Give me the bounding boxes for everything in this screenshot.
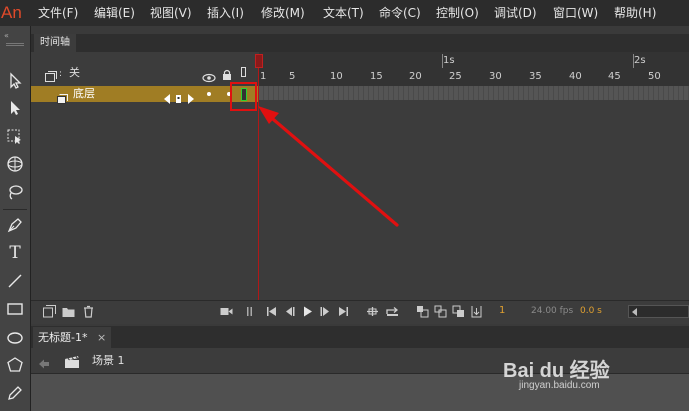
ruler-second-tick bbox=[633, 54, 634, 68]
delete-layer-icon[interactable] bbox=[81, 304, 95, 318]
oval-icon[interactable] bbox=[3, 327, 27, 349]
menu-commands[interactable]: 命令(C) bbox=[379, 0, 421, 26]
scene-clapper-icon bbox=[64, 354, 80, 368]
ruler-frame-number: 1 bbox=[260, 71, 267, 82]
elapsed-time-readout[interactable]: 0.0 s bbox=[580, 305, 602, 317]
polystar-icon[interactable] bbox=[3, 354, 27, 376]
pen-icon[interactable] bbox=[3, 214, 27, 236]
ruler-frame-number: 5 bbox=[289, 71, 296, 82]
keyframe[interactable] bbox=[241, 88, 247, 101]
frame-nav-icon[interactable] bbox=[164, 89, 196, 104]
ruler-frame-number: 15 bbox=[370, 71, 383, 82]
subselect-icon[interactable] bbox=[3, 97, 27, 119]
close-tab-icon[interactable]: × bbox=[97, 331, 106, 344]
watermark-url: jingyan.baidu.com bbox=[519, 380, 600, 391]
layer-folder-icon bbox=[45, 67, 57, 82]
timeline-ruler[interactable] bbox=[259, 52, 689, 86]
menu-view[interactable]: 视图(V) bbox=[150, 0, 192, 26]
ruler-frame-number: 25 bbox=[449, 71, 462, 82]
eye-icon[interactable] bbox=[202, 68, 216, 83]
panel-grip-icon[interactable] bbox=[6, 43, 24, 46]
menu-edit[interactable]: 编辑(E) bbox=[94, 0, 135, 26]
ruler-frame-number: 20 bbox=[409, 71, 422, 82]
timeline-tabbar bbox=[31, 34, 689, 52]
ruler-frame-number: 35 bbox=[529, 71, 542, 82]
playhead-handle[interactable] bbox=[255, 54, 263, 68]
visibility-dot-icon[interactable] bbox=[207, 92, 211, 96]
document-tab[interactable]: 无标题-1* × bbox=[33, 327, 112, 348]
modify-markers-icon[interactable] bbox=[469, 304, 483, 318]
onion-skin-icon[interactable] bbox=[415, 304, 429, 318]
timeline-scrollbar[interactable] bbox=[628, 305, 689, 318]
selection-icon[interactable] bbox=[3, 70, 27, 92]
frame-grid[interactable] bbox=[259, 86, 689, 100]
menu-debug[interactable]: 调试(D) bbox=[494, 0, 537, 26]
ruler-second-label: 2s bbox=[634, 55, 646, 66]
onion-skin-outlines-icon[interactable] bbox=[433, 304, 447, 318]
new-layer-icon[interactable] bbox=[42, 304, 56, 318]
layer-icon bbox=[57, 89, 68, 104]
camera-icon[interactable] bbox=[219, 304, 233, 318]
annotation-arrow-icon bbox=[258, 106, 399, 227]
go-to-last-frame-icon[interactable] bbox=[336, 304, 350, 318]
go-to-first-frame-icon[interactable] bbox=[264, 304, 278, 318]
current-frame-readout[interactable]: 1 bbox=[499, 305, 505, 317]
menu-control[interactable]: 控制(O) bbox=[436, 0, 479, 26]
scroll-left-icon[interactable] bbox=[632, 308, 637, 316]
step-forward-icon[interactable] bbox=[318, 304, 332, 318]
center-frame-icon[interactable] bbox=[365, 304, 379, 318]
layer-name[interactable]: 底层 bbox=[73, 86, 95, 102]
step-back-icon[interactable] bbox=[282, 304, 296, 318]
menu-window[interactable]: 窗口(W) bbox=[553, 0, 598, 26]
new-folder-icon[interactable] bbox=[61, 304, 75, 318]
pause-icon[interactable] bbox=[242, 304, 256, 318]
3d-rotate-icon[interactable] bbox=[3, 153, 27, 175]
back-arrow-icon[interactable] bbox=[38, 355, 50, 369]
ruler-frame-number: 40 bbox=[569, 71, 582, 82]
rectangle-icon[interactable] bbox=[3, 298, 27, 320]
loop-icon[interactable] bbox=[385, 304, 399, 318]
app-logo: An bbox=[1, 3, 22, 22]
document-tabbar bbox=[31, 326, 689, 348]
menu-insert[interactable]: 插入(I) bbox=[207, 0, 244, 26]
fps-readout[interactable]: 24.00 fps bbox=[531, 305, 573, 317]
menu-modify[interactable]: 修改(M) bbox=[261, 0, 305, 26]
outline-icon[interactable] bbox=[241, 67, 246, 77]
ruler-frame-number: 50 bbox=[648, 71, 661, 82]
lasso-icon[interactable] bbox=[3, 181, 27, 203]
line-icon[interactable] bbox=[3, 270, 27, 292]
watermark-logo: Bai du 经验 bbox=[503, 360, 610, 382]
text-tool-icon[interactable]: T bbox=[3, 242, 27, 264]
ruler-frame-number: 45 bbox=[608, 71, 621, 82]
menu-file[interactable]: 文件(F) bbox=[38, 0, 78, 26]
document-tab-title: 无标题-1* bbox=[38, 331, 88, 344]
pencil-icon[interactable] bbox=[3, 382, 27, 404]
ruler-second-label: 1s bbox=[443, 55, 455, 66]
lock-icon[interactable] bbox=[222, 66, 232, 80]
ruler-frame-number: 10 bbox=[330, 71, 343, 82]
ruler-second-tick bbox=[442, 54, 443, 68]
free-transform-icon[interactable] bbox=[3, 125, 27, 147]
panel-collapse-icon[interactable]: « bbox=[4, 31, 26, 41]
scene-label[interactable]: 场景 1 bbox=[92, 354, 125, 368]
ruler-frame-number: 30 bbox=[489, 71, 502, 82]
layer-header-label: 关 bbox=[69, 66, 80, 79]
dots-icon: : bbox=[59, 69, 63, 79]
tab-timeline[interactable]: 时间轴 bbox=[34, 34, 76, 52]
menu-help[interactable]: 帮助(H) bbox=[614, 0, 656, 26]
play-icon[interactable] bbox=[300, 304, 314, 318]
edit-multiple-frames-icon[interactable] bbox=[451, 304, 465, 318]
menu-text[interactable]: 文本(T) bbox=[323, 0, 364, 26]
tool-separator bbox=[3, 209, 27, 210]
